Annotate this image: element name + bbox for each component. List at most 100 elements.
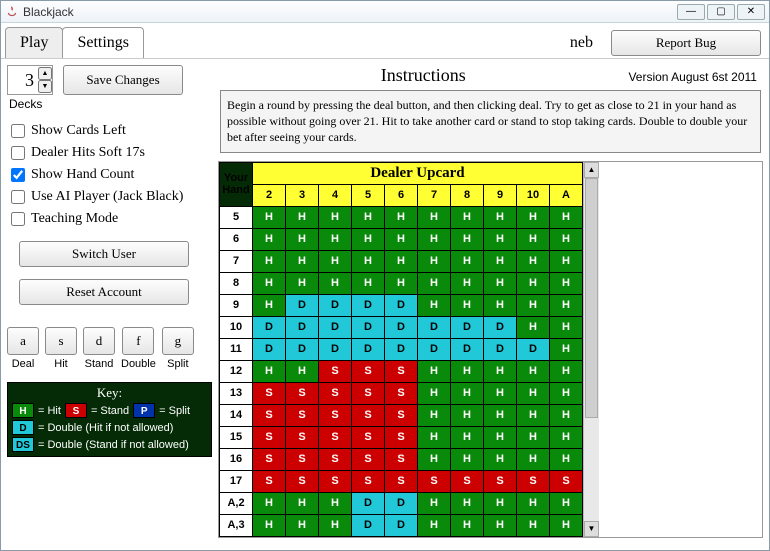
row-13: 13: [220, 382, 253, 404]
strategy-cell: H: [418, 360, 451, 382]
strategy-cell: D: [385, 492, 418, 514]
strategy-cell: H: [484, 228, 517, 250]
reset-account-button[interactable]: Reset Account: [19, 279, 189, 305]
checkbox-3[interactable]: [11, 190, 25, 204]
strategy-cell: H: [286, 492, 319, 514]
close-button[interactable]: ✕: [737, 4, 765, 20]
strategy-cell: H: [253, 206, 286, 228]
strategy-cell: D: [385, 514, 418, 536]
shortcut-deal-label: Deal: [12, 358, 35, 370]
strategy-cell: H: [517, 404, 550, 426]
checkbox-label-2: Show Hand Count: [31, 167, 134, 183]
legend-double-label: = Double (Hit if not allowed): [38, 422, 173, 434]
strategy-cell: H: [517, 294, 550, 316]
strategy-cell: D: [385, 294, 418, 316]
titlebar: Blackjack — ▢ ✕: [1, 1, 769, 23]
strategy-cell: D: [253, 338, 286, 360]
strategy-cell: H: [484, 514, 517, 536]
legend-hit-icon: H: [12, 403, 34, 418]
legend-stand-label: = Stand: [91, 405, 129, 417]
decks-label: Decks: [9, 97, 212, 111]
strategy-cell: S: [319, 448, 352, 470]
strategy-cell: D: [484, 316, 517, 338]
row-header: YourHand: [220, 162, 253, 206]
save-changes-button[interactable]: Save Changes: [63, 65, 183, 95]
strategy-cell: H: [418, 448, 451, 470]
window-title: Blackjack: [23, 5, 675, 19]
legend-hit-label: = Hit: [38, 405, 61, 417]
strategy-cell: H: [550, 360, 583, 382]
report-bug-button[interactable]: Report Bug: [611, 30, 761, 56]
shortcut-stand-button[interactable]: d: [83, 327, 115, 355]
strategy-cell: H: [484, 250, 517, 272]
strategy-cell: H: [418, 206, 451, 228]
strategy-table-wrap: YourHandDealer Upcard2345678910A5HHHHHHH…: [218, 161, 763, 538]
row-7: 7: [220, 250, 253, 272]
strategy-cell: S: [253, 404, 286, 426]
maximize-button[interactable]: ▢: [707, 4, 735, 20]
strategy-cell: H: [451, 448, 484, 470]
strategy-cell: D: [385, 338, 418, 360]
shortcut-split-button[interactable]: g: [162, 327, 194, 355]
strategy-cell: H: [550, 316, 583, 338]
strategy-cell: D: [451, 338, 484, 360]
strategy-cell: H: [517, 492, 550, 514]
tabs: Play Settings: [5, 27, 143, 58]
strategy-cell: H: [451, 492, 484, 514]
strategy-cell: H: [550, 250, 583, 272]
strategy-cell: S: [253, 448, 286, 470]
strategy-cell: D: [286, 294, 319, 316]
user-label: neb: [570, 34, 593, 52]
instructions-text: Begin a round by pressing the deal butto…: [220, 90, 761, 153]
strategy-cell: S: [352, 404, 385, 426]
strategy-table: YourHandDealer Upcard2345678910A5HHHHHHH…: [219, 162, 583, 537]
strategy-cell: S: [550, 470, 583, 492]
strategy-cell: H: [319, 272, 352, 294]
strategy-cell: D: [319, 294, 352, 316]
checkbox-label-4: Teaching Mode: [31, 211, 118, 227]
checkbox-4[interactable]: [11, 212, 25, 226]
checkbox-2[interactable]: [11, 168, 25, 182]
strategy-cell: H: [550, 206, 583, 228]
strategy-cell: S: [517, 470, 550, 492]
strategy-cell: S: [319, 426, 352, 448]
strategy-cell: H: [484, 360, 517, 382]
strategy-cell: H: [385, 206, 418, 228]
strategy-cell: H: [253, 514, 286, 536]
spinner-up-icon[interactable]: ▲: [38, 67, 52, 80]
scroll-down-icon[interactable]: ▼: [584, 521, 599, 537]
strategy-cell: H: [451, 228, 484, 250]
switch-user-button[interactable]: Switch User: [19, 241, 189, 267]
strategy-cell: H: [451, 360, 484, 382]
shortcut-hit-button[interactable]: s: [45, 327, 77, 355]
deck-count-spinner[interactable]: 3 ▲ ▼: [7, 65, 53, 95]
strategy-cell: D: [484, 338, 517, 360]
scroll-track[interactable]: [584, 178, 599, 521]
shortcut-double-label: Double: [121, 358, 156, 370]
shortcut-deal-button[interactable]: a: [7, 327, 39, 355]
scrollbar[interactable]: ▲ ▼: [583, 162, 599, 537]
spinner-down-icon[interactable]: ▼: [38, 80, 52, 93]
tab-play[interactable]: Play: [5, 27, 63, 58]
checkbox-1[interactable]: [11, 146, 25, 160]
strategy-cell: H: [418, 492, 451, 514]
strategy-cell: H: [418, 426, 451, 448]
strategy-cell: H: [319, 514, 352, 536]
checkbox-0[interactable]: [11, 124, 25, 138]
checkbox-label-0: Show Cards Left: [31, 123, 126, 139]
strategy-cell: S: [352, 426, 385, 448]
strategy-cell: H: [484, 448, 517, 470]
strategy-cell: D: [352, 294, 385, 316]
minimize-button[interactable]: —: [677, 4, 705, 20]
strategy-cell: D: [352, 338, 385, 360]
shortcut-double-button[interactable]: f: [122, 327, 154, 355]
scroll-thumb[interactable]: [585, 178, 598, 418]
strategy-cell: S: [385, 426, 418, 448]
strategy-cell: D: [418, 316, 451, 338]
strategy-cell: H: [385, 250, 418, 272]
strategy-cell: H: [451, 382, 484, 404]
settings-panel: 3 ▲ ▼ Save Changes Decks Show Cards Left…: [7, 65, 212, 540]
shortcut-hit-label: Hit: [54, 358, 67, 370]
tab-settings[interactable]: Settings: [62, 27, 144, 58]
scroll-up-icon[interactable]: ▲: [584, 162, 599, 178]
